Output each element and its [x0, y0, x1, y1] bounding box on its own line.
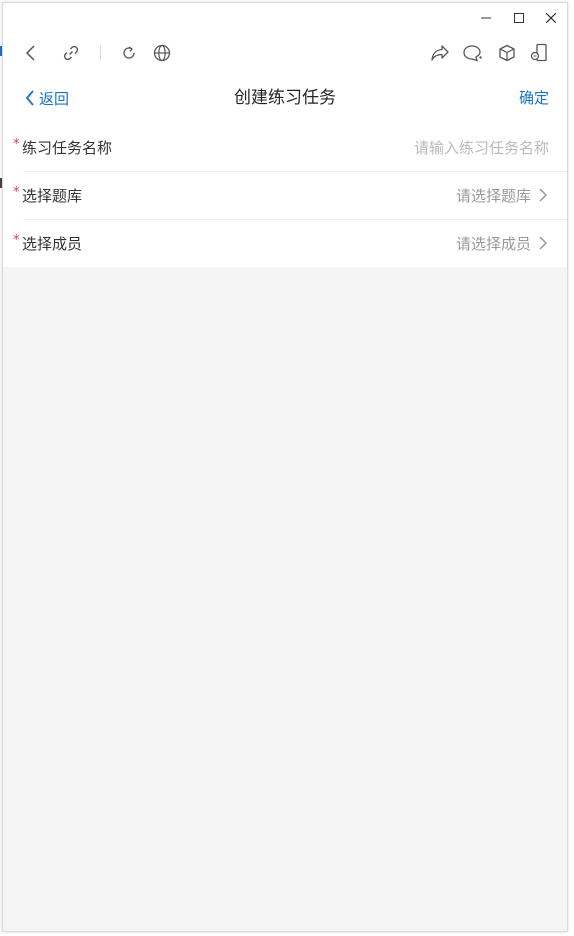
page-navbar: 返回 创建练习任务 确定 — [3, 73, 567, 123]
chat-button[interactable] — [461, 41, 485, 65]
share-icon — [431, 45, 449, 61]
share-button[interactable] — [428, 41, 452, 65]
copy-link-button[interactable] — [59, 41, 83, 65]
globe-icon — [153, 44, 171, 62]
close-icon — [546, 13, 556, 23]
title-bar — [3, 3, 567, 31]
toolbar-divider — [100, 45, 101, 61]
members-label: 选择成员 — [22, 234, 83, 253]
chevron-right-icon — [539, 236, 547, 250]
members-select[interactable]: 请选择成员 — [456, 233, 547, 254]
question-bank-label: 选择题库 — [22, 186, 83, 205]
refresh-button[interactable] — [117, 41, 141, 65]
browser-toolbar — [3, 33, 567, 73]
question-bank-select[interactable]: 请选择题库 — [456, 185, 547, 206]
phone-icon — [530, 43, 547, 62]
mini-program-button[interactable] — [495, 41, 519, 65]
members-row[interactable]: * 选择成员 请选择成员 — [3, 219, 567, 267]
question-bank-row[interactable]: * 选择题库 请选择题库 — [3, 171, 567, 219]
task-name-row[interactable]: * 练习任务名称 请输入练习任务名称 — [3, 123, 567, 171]
close-button[interactable] — [536, 7, 566, 29]
open-in-browser-button[interactable] — [150, 41, 174, 65]
back-icon — [25, 45, 35, 61]
app-window: 返回 创建练习任务 确定 * 练习任务名称 请输入练习任务名称 * 选择题库 请… — [2, 2, 568, 932]
chevron-right-icon — [539, 188, 547, 202]
chat-icon — [463, 45, 482, 62]
page-title: 创建练习任务 — [234, 88, 336, 108]
task-name-label: 练习任务名称 — [22, 138, 113, 157]
required-mark: * — [13, 185, 20, 200]
refresh-icon — [123, 46, 135, 59]
required-mark: * — [13, 137, 20, 152]
maximize-icon — [514, 13, 524, 23]
question-bank-placeholder: 请选择题库 — [455, 186, 531, 205]
task-form: * 练习任务名称 请输入练习任务名称 * 选择题库 请选择题库 * 选择成员 请 — [3, 123, 567, 267]
required-mark: * — [13, 233, 20, 248]
device-button[interactable] — [527, 41, 551, 65]
confirm-button[interactable]: 确定 — [519, 88, 549, 108]
link-icon — [63, 45, 79, 61]
page-content: * 练习任务名称 请输入练习任务名称 * 选择题库 请选择题库 * 选择成员 请 — [3, 123, 567, 931]
minimize-button[interactable] — [471, 7, 501, 29]
maximize-button[interactable] — [504, 7, 534, 29]
members-placeholder: 请选择成员 — [455, 234, 531, 253]
back-button[interactable] — [19, 41, 43, 65]
minimize-icon — [481, 17, 491, 19]
cube-icon — [499, 44, 515, 62]
task-name-input[interactable]: 请输入练习任务名称 — [414, 137, 549, 158]
